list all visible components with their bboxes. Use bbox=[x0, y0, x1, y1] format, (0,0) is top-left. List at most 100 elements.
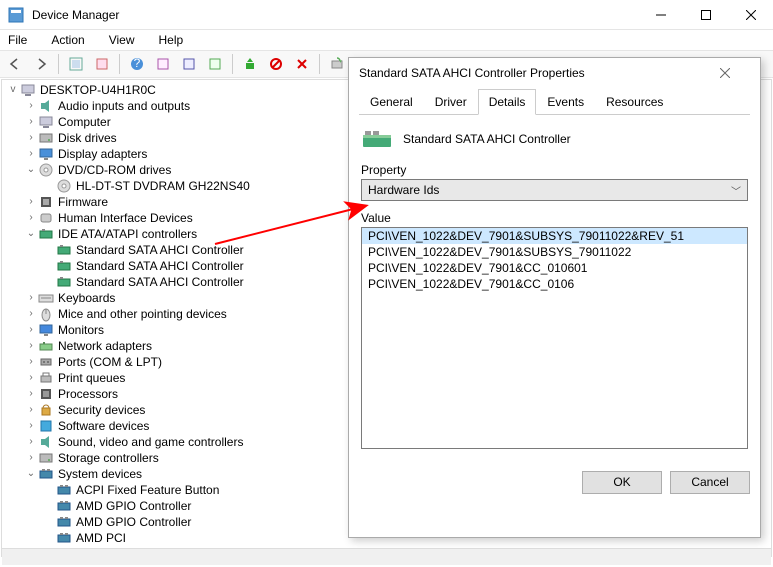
expand-icon[interactable]: › bbox=[24, 306, 38, 322]
property-dropdown[interactable]: Hardware Ids ﹀ bbox=[361, 179, 748, 201]
ide-icon bbox=[56, 274, 72, 290]
expand-icon[interactable]: › bbox=[24, 210, 38, 226]
uninstall-button[interactable] bbox=[291, 53, 313, 75]
ide-icon bbox=[56, 242, 72, 258]
expand-icon[interactable]: › bbox=[24, 130, 38, 146]
value-item[interactable]: PCI\VEN_1022&DEV_7901&SUBSYS_79011022&RE… bbox=[362, 228, 747, 244]
value-listbox[interactable]: PCI\VEN_1022&DEV_7901&SUBSYS_79011022&RE… bbox=[361, 227, 748, 449]
help-button[interactable]: ? bbox=[126, 53, 148, 75]
value-item[interactable]: PCI\VEN_1022&DEV_7901&SUBSYS_79011022 bbox=[362, 244, 747, 260]
window-titlebar: Device Manager bbox=[0, 0, 773, 30]
expand-icon[interactable]: › bbox=[24, 418, 38, 434]
value-item[interactable]: PCI\VEN_1022&DEV_7901&CC_010601 bbox=[362, 260, 747, 276]
value-label: Value bbox=[361, 211, 748, 225]
expand-icon[interactable]: › bbox=[24, 146, 38, 162]
software-icon bbox=[38, 418, 54, 434]
tree-item-label: System devices bbox=[58, 466, 142, 482]
expand-icon[interactable]: › bbox=[24, 354, 38, 370]
ok-button[interactable]: OK bbox=[582, 471, 662, 494]
tab-driver[interactable]: Driver bbox=[424, 89, 478, 115]
tree-item-label: Mice and other pointing devices bbox=[58, 306, 227, 322]
update-driver-button[interactable] bbox=[239, 53, 261, 75]
expand-icon[interactable]: › bbox=[24, 194, 38, 210]
system-icon bbox=[56, 530, 72, 546]
tab-resources[interactable]: Resources bbox=[595, 89, 674, 115]
tab-general[interactable]: General bbox=[359, 89, 424, 115]
maximize-button[interactable] bbox=[683, 0, 728, 30]
audio-icon bbox=[38, 98, 54, 114]
svg-text:?: ? bbox=[134, 57, 141, 70]
back-button[interactable] bbox=[4, 53, 26, 75]
action1-button[interactable] bbox=[152, 53, 174, 75]
window-title: Device Manager bbox=[32, 8, 638, 22]
mouse-icon bbox=[38, 306, 54, 322]
tree-item-label: AMD GPIO Controller bbox=[76, 498, 191, 514]
expand-icon[interactable]: › bbox=[24, 290, 38, 306]
tree-item-label: Disk drives bbox=[58, 130, 117, 146]
menu-help[interactable]: Help bbox=[155, 31, 188, 49]
chevron-down-icon: ﹀ bbox=[731, 183, 741, 198]
expand-icon[interactable]: › bbox=[24, 434, 38, 450]
tree-item-label: Standard SATA AHCI Controller bbox=[76, 258, 244, 274]
device-icon bbox=[361, 127, 393, 151]
firmware-icon bbox=[38, 194, 54, 210]
expand-icon[interactable]: v bbox=[6, 82, 20, 98]
tab-details[interactable]: Details bbox=[478, 89, 537, 115]
scan-button[interactable] bbox=[326, 53, 348, 75]
dialog-close-button[interactable] bbox=[720, 68, 750, 78]
tree-item-label: Display adapters bbox=[58, 146, 147, 162]
close-button[interactable] bbox=[728, 0, 773, 30]
computer-icon bbox=[20, 82, 36, 98]
tree-item-label: Firmware bbox=[58, 194, 108, 210]
expand-icon[interactable]: ⌄ bbox=[24, 226, 38, 242]
ide-icon bbox=[38, 226, 54, 242]
port-icon bbox=[38, 354, 54, 370]
tree-item-label: Keyboards bbox=[58, 290, 115, 306]
action3-button[interactable] bbox=[204, 53, 226, 75]
action2-button[interactable] bbox=[178, 53, 200, 75]
system-icon bbox=[38, 466, 54, 482]
tree-item-label: Computer bbox=[58, 114, 111, 130]
expand-icon[interactable]: ⌄ bbox=[24, 466, 38, 482]
tree-item-label: Standard SATA AHCI Controller bbox=[76, 274, 244, 290]
tree-item-label: Security devices bbox=[58, 402, 145, 418]
tree-item-label: Audio inputs and outputs bbox=[58, 98, 190, 114]
show-hidden-button[interactable] bbox=[65, 53, 87, 75]
expand-icon[interactable]: › bbox=[24, 98, 38, 114]
net-icon bbox=[38, 338, 54, 354]
expand-icon[interactable]: › bbox=[24, 370, 38, 386]
expand-icon[interactable]: › bbox=[24, 338, 38, 354]
tree-item-label: HL-DT-ST DVDRAM GH22NS40 bbox=[76, 178, 250, 194]
tree-item-label: Storage controllers bbox=[58, 450, 159, 466]
property-selected: Hardware Ids bbox=[368, 183, 439, 197]
display-icon bbox=[38, 146, 54, 162]
tree-item-label: Human Interface Devices bbox=[58, 210, 193, 226]
expand-icon[interactable]: › bbox=[24, 402, 38, 418]
tree-item-label: AMD GPIO Controller bbox=[76, 514, 191, 530]
expand-icon[interactable]: › bbox=[24, 322, 38, 338]
sound-icon bbox=[38, 434, 54, 450]
hid-icon bbox=[38, 210, 54, 226]
forward-button[interactable] bbox=[30, 53, 52, 75]
expand-icon[interactable]: ⌄ bbox=[24, 162, 38, 178]
expand-icon[interactable]: › bbox=[24, 450, 38, 466]
properties-button[interactable] bbox=[91, 53, 113, 75]
menu-action[interactable]: Action bbox=[47, 31, 88, 49]
horizontal-scrollbar[interactable] bbox=[2, 548, 771, 565]
menubar: File Action View Help bbox=[0, 30, 773, 50]
dialog-title: Standard SATA AHCI Controller Properties bbox=[359, 66, 720, 80]
menu-view[interactable]: View bbox=[105, 31, 139, 49]
expand-icon[interactable]: › bbox=[24, 386, 38, 402]
tab-events[interactable]: Events bbox=[536, 89, 595, 115]
tree-item-label: Processors bbox=[58, 386, 118, 402]
disable-button[interactable] bbox=[265, 53, 287, 75]
dvd-icon bbox=[56, 178, 72, 194]
menu-file[interactable]: File bbox=[4, 31, 31, 49]
disk-icon bbox=[38, 130, 54, 146]
expand-icon[interactable]: › bbox=[24, 114, 38, 130]
tree-item-label: Standard SATA AHCI Controller bbox=[76, 242, 244, 258]
minimize-button[interactable] bbox=[638, 0, 683, 30]
value-item[interactable]: PCI\VEN_1022&DEV_7901&CC_0106 bbox=[362, 276, 747, 292]
cancel-button[interactable]: Cancel bbox=[670, 471, 750, 494]
security-icon bbox=[38, 402, 54, 418]
